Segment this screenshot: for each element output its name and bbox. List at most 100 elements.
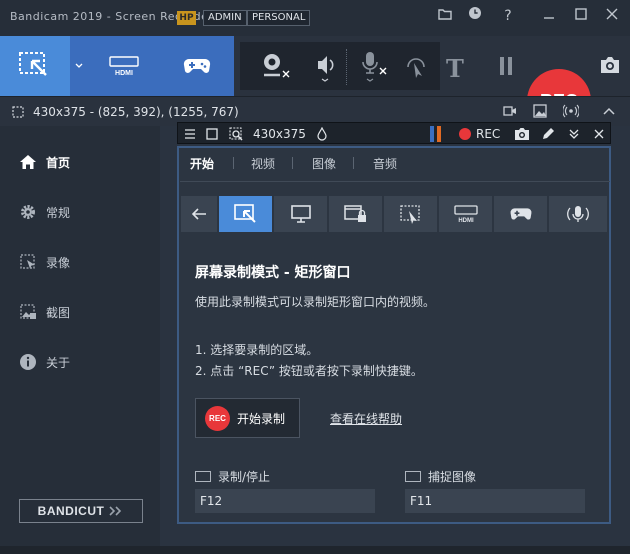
mode-audio-only-button[interactable]: [549, 196, 607, 232]
capture-hotkey-text: 捕捉图像: [428, 470, 477, 484]
mode-toolbar: HDMI T: [0, 36, 630, 133]
tab-start[interactable]: 开始: [190, 155, 214, 172]
mode-dropdown-button[interactable]: [70, 36, 88, 96]
video-icon: [18, 252, 38, 272]
sidebar-item-label: 录像: [46, 255, 71, 270]
help-icon[interactable]: ?: [497, 5, 519, 27]
mode-rectangle-button[interactable]: [219, 196, 272, 232]
audio-level-bar: [437, 126, 441, 142]
mode-window-lock-button[interactable]: [329, 196, 382, 232]
title-bar: Bandicam 2019 - Screen Recorder HP ADMIN…: [0, 0, 630, 36]
image-file-icon[interactable]: [533, 104, 547, 121]
camera-icon[interactable]: [514, 127, 530, 144]
frame-rec-button[interactable]: REC: [476, 123, 500, 145]
sidebar-item-about[interactable]: 关于: [0, 337, 160, 387]
game-mode-button[interactable]: [160, 36, 234, 96]
rec-dot-icon[interactable]: [459, 128, 471, 140]
mode-fullscreen-button[interactable]: [274, 196, 327, 232]
webcam-icon[interactable]: [259, 51, 293, 84]
video-level-bar: [430, 126, 434, 142]
microphone-icon[interactable]: [358, 50, 392, 85]
tab-image[interactable]: 图像: [312, 155, 336, 172]
sidebar-item-video[interactable]: 录像: [0, 237, 160, 287]
minimize-icon[interactable]: [538, 5, 560, 27]
sidebar-item-screenshot[interactable]: 截图: [0, 287, 160, 337]
hdmi-mode-button[interactable]: HDMI: [88, 36, 160, 96]
capture-size-label[interactable]: 430x375: [253, 123, 306, 145]
folder-icon[interactable]: [434, 5, 456, 27]
pen-icon[interactable]: [541, 127, 555, 144]
double-chevron-down-icon[interactable]: [568, 128, 580, 143]
gamepad-icon: [510, 208, 531, 220]
audio-wave-icon[interactable]: [562, 104, 580, 121]
rectangle-mode-button[interactable]: [0, 36, 70, 96]
pause-icon[interactable]: [498, 56, 514, 79]
screenshot-camera-icon[interactable]: [599, 56, 621, 77]
keyboard-icon: [405, 471, 421, 482]
info-icon: [18, 352, 38, 372]
bandicut-label: BANDICUT: [37, 504, 105, 518]
home-icon: [18, 152, 38, 172]
mode-game-button[interactable]: [494, 196, 547, 232]
sidebar-item-general[interactable]: 常规: [0, 187, 160, 237]
sidebar-item-home[interactable]: 首页: [0, 137, 160, 187]
gear-icon: [18, 202, 38, 222]
keyboard-icon: [195, 471, 211, 482]
double-chevron-right-icon: [109, 506, 122, 516]
sidebar-item-label: 首页: [46, 155, 71, 170]
tab-separator: [292, 157, 293, 169]
menu-icon[interactable]: [184, 128, 196, 143]
opacity-drop-icon[interactable]: [317, 126, 327, 144]
mode-heading: 屏幕录制模式 - 矩形窗口: [195, 265, 351, 281]
personal-badge: PERSONAL: [247, 10, 311, 26]
monitor-icon: [290, 205, 311, 223]
window-bottom-edge: [0, 546, 630, 554]
clock-icon[interactable]: [464, 5, 486, 27]
start-record-label: 开始录制: [237, 411, 286, 426]
tab-audio[interactable]: 音频: [373, 155, 397, 172]
mode-description: 使用此录制模式可以录制矩形窗口内的视频。: [195, 295, 436, 309]
arrow-left-icon: [191, 208, 206, 220]
zoom-region-icon[interactable]: [229, 127, 243, 144]
online-help-link[interactable]: 查看在线帮助: [330, 410, 402, 427]
capture-hotkey-label: 捕捉图像: [405, 468, 476, 485]
video-file-icon[interactable]: [503, 104, 517, 121]
capture-hotkey-field[interactable]: F11: [405, 489, 585, 513]
chevron-up-icon[interactable]: [603, 105, 615, 119]
start-record-button[interactable]: REC 开始录制: [195, 398, 300, 438]
rectangle-select-icon: [19, 52, 47, 76]
back-button[interactable]: [181, 196, 217, 232]
maximize-icon[interactable]: [570, 5, 592, 27]
record-hotkey-label: 录制/停止: [195, 468, 270, 485]
svg-text:HDMI: HDMI: [458, 218, 474, 223]
divider: [346, 49, 348, 85]
gamepad-icon: [183, 58, 211, 73]
text-overlay-icon[interactable]: T: [446, 54, 464, 83]
cursor-effect-icon[interactable]: [404, 55, 428, 82]
dashed-region-cursor-icon: [399, 205, 420, 224]
sidebar-item-label: 截图: [46, 305, 71, 320]
tab-separator: [353, 157, 354, 169]
hdmi-icon: HDMI: [109, 56, 139, 77]
mode-selector-row: HDMI: [181, 196, 607, 232]
sidebar-item-label: 关于: [46, 355, 71, 370]
mode-around-mouse-button[interactable]: [384, 196, 437, 232]
speaker-icon[interactable]: [316, 52, 340, 85]
record-hotkey-field[interactable]: F12: [195, 489, 375, 513]
microphone-waves-icon: [567, 206, 589, 222]
window-lock-icon: [343, 205, 366, 222]
fullscreen-square-icon[interactable]: [206, 128, 218, 143]
capture-area-info: 430x375 - (825, 392), (1255, 767): [33, 105, 239, 119]
record-hotkey-text: 录制/停止: [218, 470, 271, 484]
capture-frame-toolbar: 430x375 REC: [177, 122, 611, 144]
frame-close-icon[interactable]: [593, 128, 605, 143]
hp-badge: HP: [177, 11, 196, 25]
tab-separator: [233, 157, 234, 169]
tab-video[interactable]: 视频: [251, 155, 275, 172]
close-icon[interactable]: [601, 5, 623, 27]
mode-hdmi-button[interactable]: HDMI: [439, 196, 492, 232]
bandicut-button[interactable]: BANDICUT: [19, 499, 143, 523]
rec-icon: REC: [205, 405, 230, 431]
rectangle-select-icon: [233, 204, 256, 223]
svg-text:HDMI: HDMI: [115, 70, 133, 77]
